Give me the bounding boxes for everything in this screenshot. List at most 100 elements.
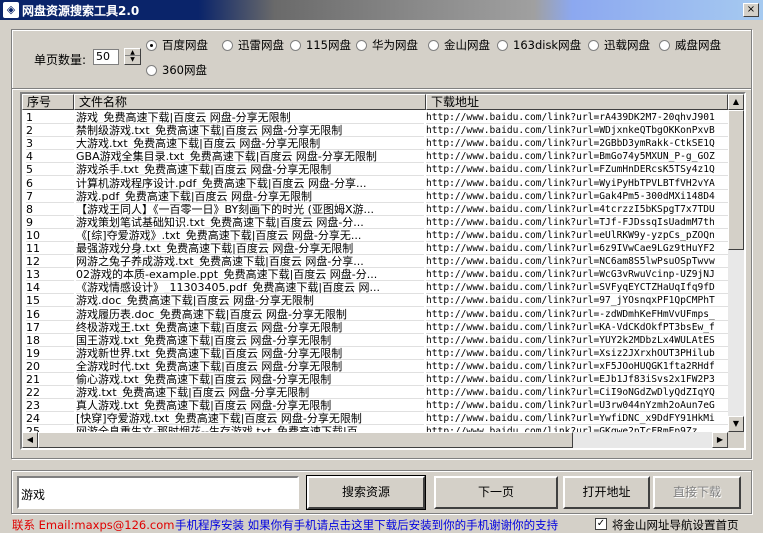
page-size-input[interactable]: 50 [93, 49, 119, 65]
search-input[interactable]: 游戏 [17, 476, 299, 509]
scroll-up-icon[interactable]: ▲ [728, 94, 744, 110]
row-url: http://www.baidu.com/link?url=Gak4Pm5-30… [426, 190, 728, 203]
vertical-scrollbar[interactable]: ▲ ▼ [728, 94, 744, 432]
close-button[interactable]: × [743, 3, 759, 17]
homepage-checkbox-label[interactable]: 将金山网址导航设置首页 [612, 517, 739, 533]
table-row[interactable]: 21 偷心游戏.txt_免费高速下载|百度云 网盘-分享无限制 http://www… [22, 373, 728, 386]
scrollbar-corner [728, 432, 744, 448]
vertical-scroll-thumb[interactable] [728, 110, 744, 250]
radio-icon[interactable] [146, 64, 157, 76]
direct-download-button[interactable]: 直接下载 [653, 476, 741, 509]
table-row[interactable]: 7 游戏.pdf_免费高速下载|百度云 网盘-分享无限制 http://www.ba… [22, 190, 728, 203]
row-url: http://www.baidu.com/link?url=FZumHnDERc… [426, 163, 728, 177]
row-index: 21 [26, 373, 74, 386]
radio-icon[interactable] [356, 39, 367, 51]
row-filename: 网游之兔子养成游戏.txt_免费高速下载|百度云 网盘-分享... [76, 255, 424, 269]
table-row[interactable]: 13 02游戏的本质-example.ppt_免费高速下载|百度云 网盘-分...… [22, 268, 728, 282]
row-filename: 02游戏的本质-example.ppt_免费高速下载|百度云 网盘-分... [76, 268, 424, 282]
radio-disk-2[interactable]: 115网盘 [290, 37, 351, 53]
stepper-down-icon[interactable]: ▼ [125, 56, 140, 63]
table-row[interactable]: 14 《游戏情感设计》_11303405.pdf_免费高速下载|百度云 网... h… [22, 281, 728, 295]
radio-disk-8[interactable]: 360网盘 [146, 62, 207, 78]
table-row[interactable]: 19 游戏新世界.txt_免费高速下载|百度云 网盘-分享无限制 http://ww… [22, 347, 728, 360]
table-row[interactable]: 22 游戏.txt_免费高速下载|百度云 网盘-分享无限制 http://www.b… [22, 386, 728, 400]
contact-email[interactable]: 联系 Email:maxps@126.com [12, 517, 174, 533]
table-row[interactable]: 23 真人游戏.txt_免费高速下载|百度云 网盘-分享无限制 http://www… [22, 399, 728, 413]
stepper-up-icon[interactable]: ▲ [125, 49, 140, 56]
table-row[interactable]: 17 终极游戏王.txt_免费高速下载|百度云 网盘-分享无限制 http://ww… [22, 321, 728, 334]
table-row[interactable]: 3 大游戏.txt_免费高速下载|百度云 网盘-分享无限制 http://www.b… [22, 137, 728, 151]
horizontal-scrollbar[interactable]: ◀ ▶ [22, 432, 728, 448]
column-header-index[interactable]: 序号 [22, 94, 74, 110]
row-index: 3 [26, 137, 74, 151]
radio-icon[interactable] [588, 39, 599, 51]
radio-icon[interactable] [146, 39, 157, 51]
radio-icon[interactable] [222, 39, 233, 51]
row-url: http://www.baidu.com/link?url=SVFyqEYCTZ… [426, 281, 728, 295]
row-index: 1 [26, 111, 74, 124]
mobile-install-link[interactable]: 手机程序安装 如果你有手机请点击这里下载后安装到你的手机谢谢你的支持 [175, 517, 558, 533]
radio-icon[interactable] [428, 39, 439, 51]
radio-disk-6[interactable]: 迅载网盘 [588, 37, 650, 53]
row-index: 14 [26, 281, 74, 295]
row-index: 7 [26, 190, 74, 203]
radio-disk-4[interactable]: 金山网盘 [428, 37, 490, 53]
row-url: http://www.baidu.com/link?url=YUY2k2MDbz… [426, 334, 728, 347]
row-url: http://www.baidu.com/link?url=TJf-FJDssq… [426, 216, 728, 229]
table-row[interactable]: 5 游戏杀手.txt_免费高速下载|百度云 网盘-分享无限制 http://www.… [22, 163, 728, 177]
table-row[interactable]: 10 《[综]夺爱游戏》.txt_免费高速下载|百度云 网盘-分享无... http… [22, 229, 728, 242]
column-header-filename[interactable]: 文件名称 [74, 94, 426, 110]
table-row[interactable]: 18 国王游戏.txt_免费高速下载|百度云 网盘-分享无限制 http://www… [22, 334, 728, 347]
row-url: http://www.baidu.com/link?url=xF5JOoHUQG… [426, 360, 728, 373]
radio-label: 360网盘 [162, 63, 207, 77]
radio-icon[interactable] [659, 39, 670, 51]
row-filename: 游戏_免费高速下载|百度云 网盘-分享无限制 [76, 111, 424, 124]
next-page-button[interactable]: 下一页 [434, 476, 558, 509]
table-row[interactable]: 1 游戏_免费高速下载|百度云 网盘-分享无限制 http://www.baidu.… [22, 111, 728, 124]
row-filename: 游戏.txt_免费高速下载|百度云 网盘-分享无限制 [76, 386, 424, 400]
row-url: http://www.baidu.com/link?url=BmGo74y5MX… [426, 150, 728, 164]
row-url: http://www.baidu.com/link?url=2GBbD3ymRa… [426, 137, 728, 151]
row-url: http://www.baidu.com/link?url=4tcrzzI5bK… [426, 203, 728, 216]
results-table[interactable]: 序号 文件名称 下载地址 1 游戏_免费高速下载|百度云 网盘-分享无限制 http… [20, 92, 746, 450]
table-row[interactable]: 9 游戏策划笔试基础知识.txt_免费高速下载|百度云 网盘-分... http:/… [22, 216, 728, 229]
row-filename: 游戏.doc_免费高速下载|百度云 网盘-分享无限制 [76, 294, 424, 308]
page-size-stepper[interactable]: ▲ ▼ [124, 48, 141, 65]
row-index: 17 [26, 321, 74, 334]
table-row[interactable]: 24 [快穿]夺爱游戏.txt_免费高速下载|百度云 网盘-分享无限制 http:/… [22, 412, 728, 426]
radio-label: 163disk网盘 [513, 38, 582, 52]
row-filename: 全游戏时代.txt_免费高速下载|百度云 网盘-分享无限制 [76, 360, 424, 373]
homepage-checkbox[interactable]: ✓ [595, 518, 607, 530]
table-row[interactable]: 11 最强游戏分身.txt_免费高速下载|百度云 网盘-分享无限制 http://w… [22, 242, 728, 255]
row-filename: 计算机游戏程序设计.pdf_免费高速下载|百度云 网盘-分享... [76, 177, 424, 190]
scroll-down-icon[interactable]: ▼ [728, 416, 744, 432]
table-row[interactable]: 2 禁制级游戏.txt_免费高速下载|百度云 网盘-分享无限制 http://www… [22, 124, 728, 138]
table-row[interactable]: 15 游戏.doc_免费高速下载|百度云 网盘-分享无限制 http://www.b… [22, 294, 728, 308]
open-url-button[interactable]: 打开地址 [563, 476, 650, 509]
scroll-left-icon[interactable]: ◀ [22, 432, 38, 448]
row-url: http://www.baidu.com/link?url=WyiPyHbTPV… [426, 177, 728, 190]
radio-disk-5[interactable]: 163disk网盘 [497, 37, 581, 53]
radio-icon[interactable] [497, 39, 508, 51]
table-row[interactable]: 6 计算机游戏程序设计.pdf_免费高速下载|百度云 网盘-分享... http:/… [22, 177, 728, 190]
horizontal-scroll-thumb[interactable] [38, 432, 573, 448]
radio-label: 金山网盘 [444, 38, 490, 52]
table-row[interactable]: 20 全游戏时代.txt_免费高速下载|百度云 网盘-分享无限制 http://ww… [22, 360, 728, 373]
radio-icon[interactable] [290, 39, 301, 51]
row-filename: 游戏杀手.txt_免费高速下载|百度云 网盘-分享无限制 [76, 163, 424, 177]
table-row[interactable]: 8 【游戏王同人】《一百零一日》BY刻画下的时光 (亚图姆X游... http://… [22, 203, 728, 216]
column-header-url[interactable]: 下载地址 [426, 94, 728, 110]
row-filename: 真人游戏.txt_免费高速下载|百度云 网盘-分享无限制 [76, 399, 424, 413]
scroll-right-icon[interactable]: ▶ [712, 432, 728, 448]
radio-disk-3[interactable]: 华为网盘 [356, 37, 418, 53]
row-index: 20 [26, 360, 74, 373]
radio-disk-0[interactable]: 百度网盘 [146, 37, 208, 53]
search-button[interactable]: 搜索资源 [306, 475, 426, 510]
row-filename: [快穿]夺爱游戏.txt_免费高速下载|百度云 网盘-分享无限制 [76, 412, 424, 426]
table-row[interactable]: 4 GBA游戏全集目录.txt_免费高速下载|百度云 网盘-分享无限制 http:/… [22, 150, 728, 164]
radio-disk-7[interactable]: 威盘网盘 [659, 37, 721, 53]
table-row[interactable]: 16 游戏履历表.doc_免费高速下载|百度云 网盘-分享无限制 http://ww… [22, 308, 728, 321]
radio-disk-1[interactable]: 迅雷网盘 [222, 37, 284, 53]
table-row[interactable]: 12 网游之兔子养成游戏.txt_免费高速下载|百度云 网盘-分享... http:… [22, 255, 728, 269]
row-filename: 终极游戏王.txt_免费高速下载|百度云 网盘-分享无限制 [76, 321, 424, 334]
